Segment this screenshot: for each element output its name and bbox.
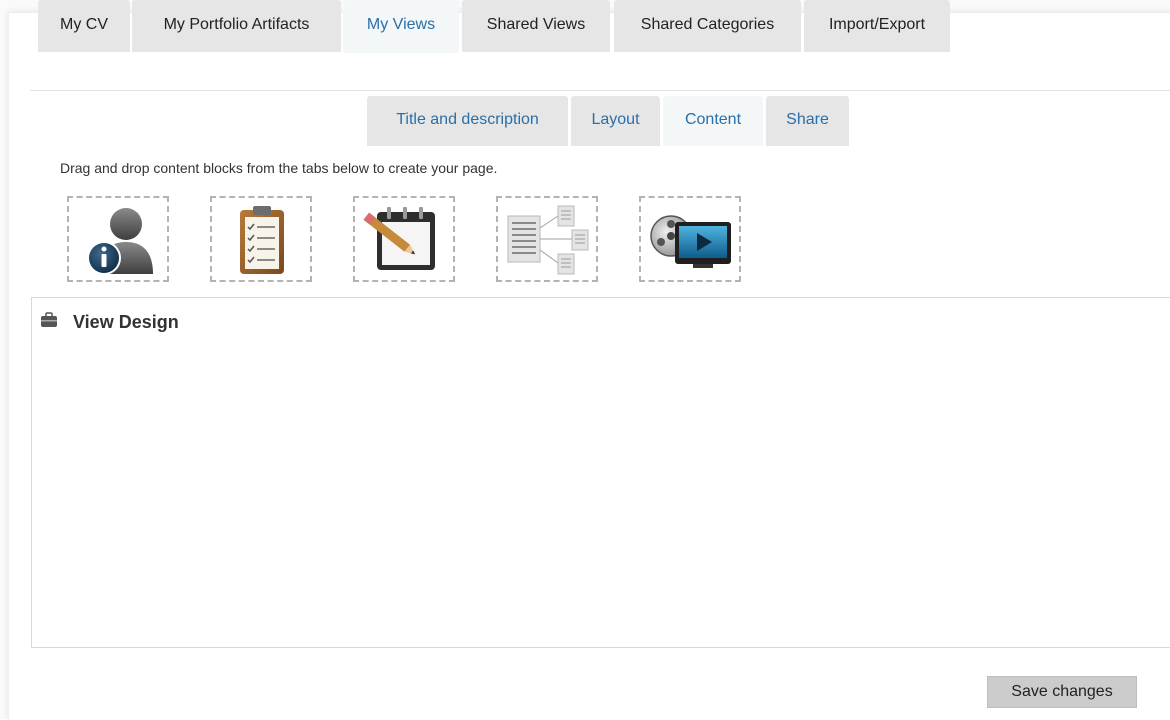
tab-my-cv[interactable]: My CV — [38, 0, 130, 52]
subtab-content[interactable]: Content — [663, 96, 763, 146]
subtab-title-and-description[interactable]: Title and description — [367, 96, 568, 146]
content-block-user-info[interactable] — [67, 196, 169, 282]
content-block-notes[interactable] — [353, 196, 455, 282]
tab-shared-categories[interactable]: Shared Categories — [614, 0, 801, 52]
subtab-layout[interactable]: Layout — [571, 96, 660, 146]
tab-shared-views[interactable]: Shared Views — [462, 0, 610, 52]
view-design-panel: View Design — [31, 297, 1170, 648]
clipboard-checklist-icon — [240, 206, 284, 274]
save-changes-button[interactable]: Save changes — [987, 676, 1137, 708]
content-block-file-tree[interactable] — [496, 196, 598, 282]
tab-my-portfolio-artifacts[interactable]: My Portfolio Artifacts — [132, 0, 341, 52]
view-design-title: View Design — [73, 312, 179, 332]
tab-my-views[interactable]: My Views — [343, 0, 459, 53]
briefcase-icon — [41, 312, 57, 327]
notepad-pencil-icon — [363, 207, 435, 270]
video-media-icon — [650, 215, 731, 268]
content-block-checklist[interactable] — [210, 196, 312, 282]
page-background: My CV My Portfolio Artifacts My Views Sh… — [0, 0, 1170, 720]
instructions-text: Drag and drop content blocks from the ta… — [60, 160, 498, 176]
content-block-media[interactable] — [639, 196, 741, 282]
subtab-share[interactable]: Share — [766, 96, 849, 146]
document-tree-icon — [507, 205, 589, 275]
user-info-icon — [87, 208, 153, 275]
tab-import-export[interactable]: Import/Export — [804, 0, 950, 52]
